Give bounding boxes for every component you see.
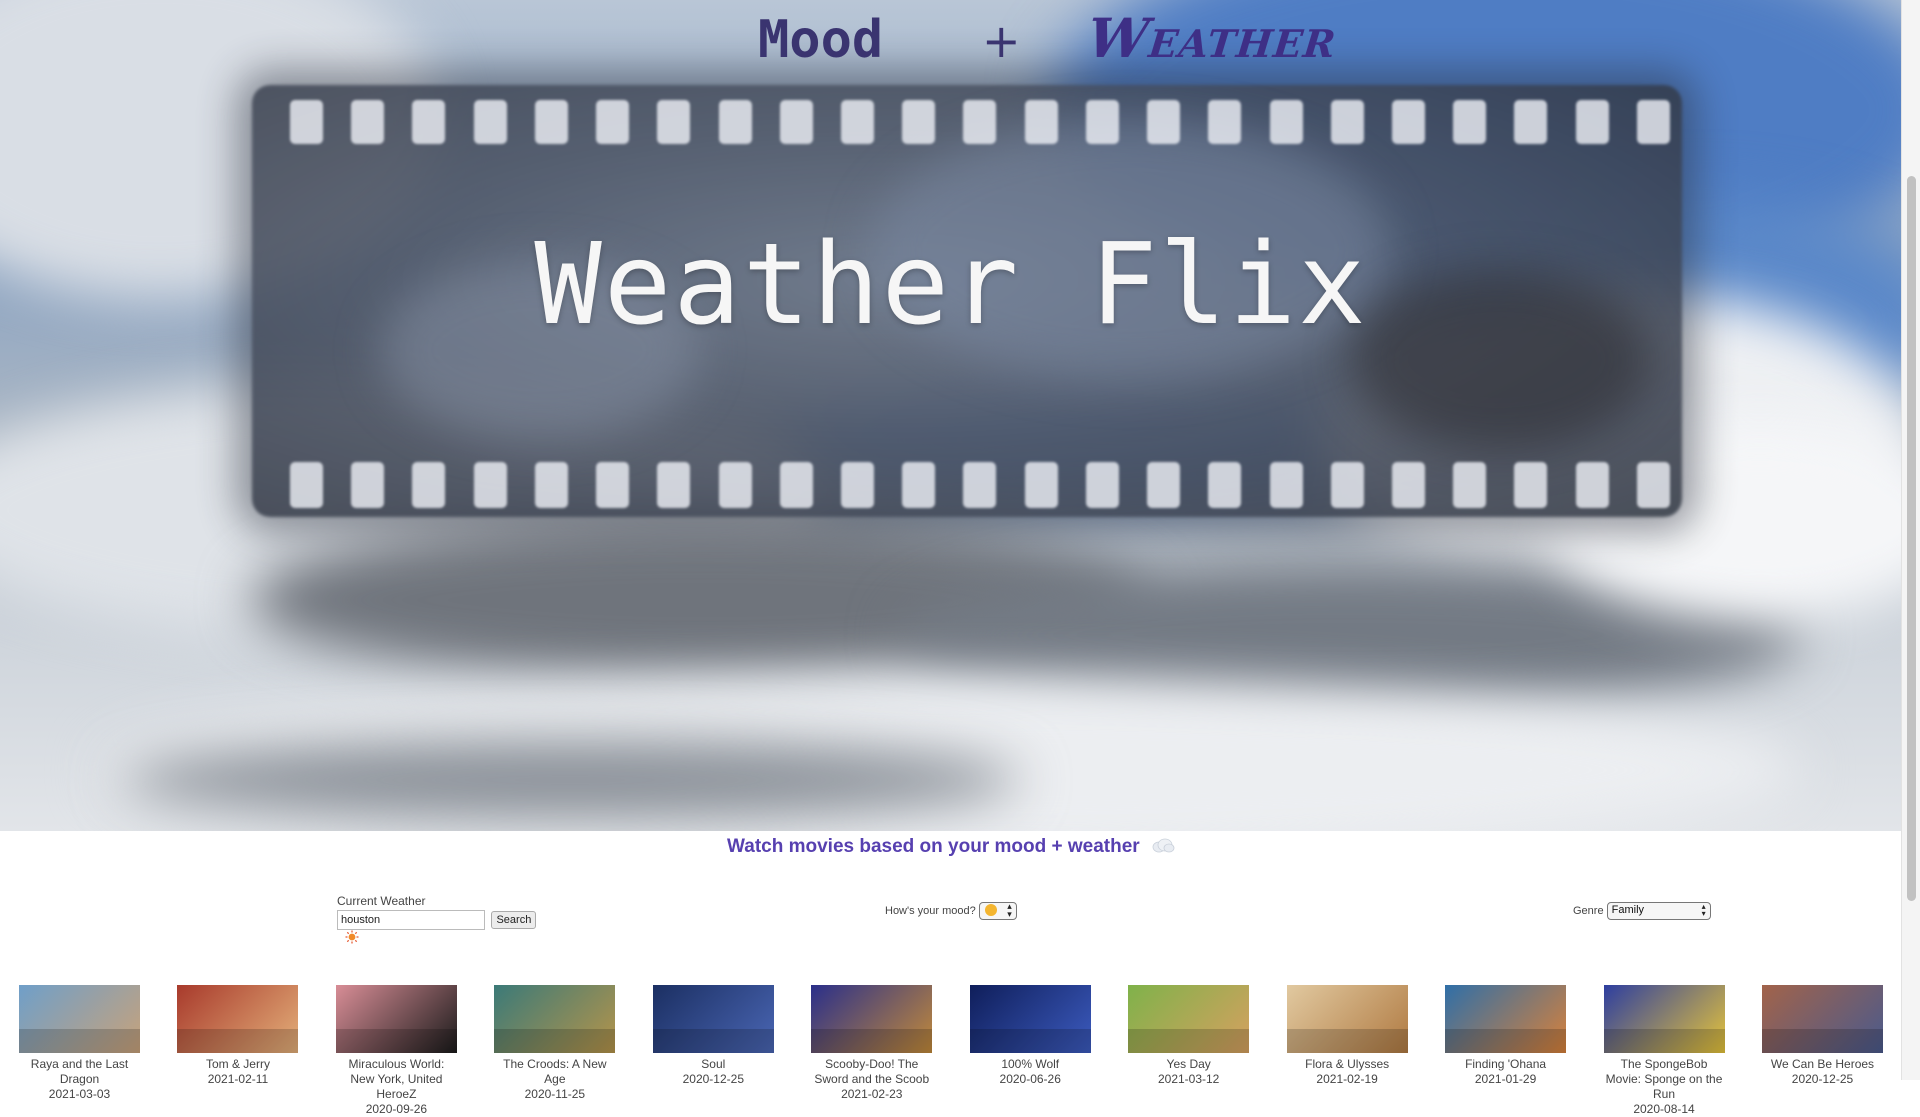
genre-label: Genre: [1573, 904, 1604, 917]
movie-list: Raya and the Last Dragon 2021-03-03 Tom …: [19, 985, 1883, 1117]
movie-title: Scooby-Doo! The Sword and the Scoob: [814, 1057, 930, 1086]
movie-release-date: 2020-08-14: [1633, 1102, 1695, 1116]
search-button[interactable]: Search: [491, 911, 537, 929]
movie-title: The Croods: A New Age: [503, 1057, 607, 1086]
movie-title: Raya and the Last Dragon: [30, 1057, 129, 1086]
scrollbar-thumb[interactable]: [1907, 176, 1916, 901]
movie-poster[interactable]: [1445, 985, 1567, 1053]
movie-card[interactable]: Yes Day 2021-03-12: [1128, 985, 1250, 1117]
tagline-text: Watch movies based on your mood + weathe…: [727, 836, 1140, 857]
movie-poster[interactable]: [652, 985, 774, 1053]
select-arrows-icon: ▴ ▾: [1007, 901, 1012, 919]
tagline: Watch movies based on your mood + weathe…: [0, 834, 1902, 858]
mood-label: How's your mood?: [885, 904, 976, 917]
city-search-input[interactable]: [337, 910, 485, 930]
movie-poster[interactable]: [1128, 985, 1250, 1053]
movie-card[interactable]: Scooby-Doo! The Sword and the Scoob 2021…: [811, 985, 933, 1117]
movie-title: 100% Wolf: [1001, 1057, 1060, 1071]
movie-poster[interactable]: [494, 985, 616, 1053]
hero-title: Weather Flix: [534, 220, 1368, 350]
movie-card[interactable]: The SpongeBob Movie: Sponge on the Run 2…: [1603, 985, 1725, 1117]
select-arrows-icon: ▴ ▾: [1701, 902, 1706, 918]
weather-search-form: Current Weather Search: [337, 894, 537, 944]
movie-card[interactable]: Miraculous World: New York, United Heroe…: [335, 985, 457, 1117]
movie-release-date: 2020-09-26: [365, 1102, 428, 1116]
movie-poster[interactable]: [1603, 985, 1725, 1053]
logo-plus-text: +: [982, 14, 1021, 68]
movie-card[interactable]: Soul 2020-12-25: [652, 985, 774, 1117]
movie-card[interactable]: We Can Be Heroes 2020-12-25: [1761, 985, 1883, 1117]
mood-control: How's your mood? ▴ ▾: [885, 902, 1017, 920]
movie-poster[interactable]: [969, 985, 1091, 1053]
movie-card[interactable]: Raya and the Last Dragon 2021-03-03: [19, 985, 140, 1117]
movie-poster[interactable]: [177, 985, 299, 1053]
movie-poster[interactable]: [335, 985, 457, 1053]
movie-title: Flora & Ulysses: [1305, 1057, 1390, 1071]
page-scrollbar[interactable]: [1901, 0, 1920, 1080]
logo-mood-text: Mood: [758, 10, 884, 70]
movie-title: Yes Day: [1166, 1057, 1211, 1071]
movie-poster[interactable]: [1761, 985, 1883, 1053]
movie-title: We Can Be Heroes: [1770, 1057, 1875, 1071]
cloud-icon: [1151, 837, 1175, 861]
movie-card[interactable]: Tom & Jerry 2021-02-11: [177, 985, 299, 1117]
sun-icon: [345, 930, 359, 947]
cloud-shadow: [120, 740, 1020, 820]
movie-release-date: 2021-03-03: [48, 1087, 111, 1101]
site-logo[interactable]: Mood + Weather: [0, 6, 1902, 70]
movie-poster[interactable]: [811, 985, 933, 1053]
logo-weather-text: Weather: [1084, 6, 1341, 70]
genre-select[interactable]: Family ▴ ▾: [1606, 902, 1711, 920]
smiley-face-icon: [984, 904, 997, 916]
movie-card[interactable]: The Croods: A New Age 2020-11-25: [494, 985, 616, 1117]
genre-control: Genre Family ▴ ▾: [1573, 902, 1711, 920]
mood-select[interactable]: ▴ ▾: [978, 901, 1017, 920]
movie-poster[interactable]: [19, 985, 140, 1053]
movie-title: Tom & Jerry: [205, 1057, 270, 1071]
movie-release-date: 2020-11-25: [524, 1087, 586, 1101]
genre-selected-value: Family: [1611, 904, 1645, 916]
film-perforations-top: [290, 100, 1670, 144]
film-perforations-bottom: [290, 462, 1670, 508]
movie-card[interactable]: 100% Wolf 2020-06-26: [969, 985, 1091, 1117]
weather-label: Current Weather: [337, 894, 426, 908]
movie-poster[interactable]: [1286, 985, 1408, 1053]
movie-title: Finding 'Ohana: [1465, 1057, 1547, 1071]
movie-card[interactable]: Finding 'Ohana 2021-01-29: [1445, 985, 1567, 1117]
movie-title: Soul: [701, 1057, 726, 1071]
movie-release-date: 2021-02-23: [841, 1087, 903, 1101]
movie-card[interactable]: Flora & Ulysses 2021-02-19: [1286, 985, 1408, 1117]
hero-banner: Weather Flix Mood + Weather: [0, 0, 1902, 831]
